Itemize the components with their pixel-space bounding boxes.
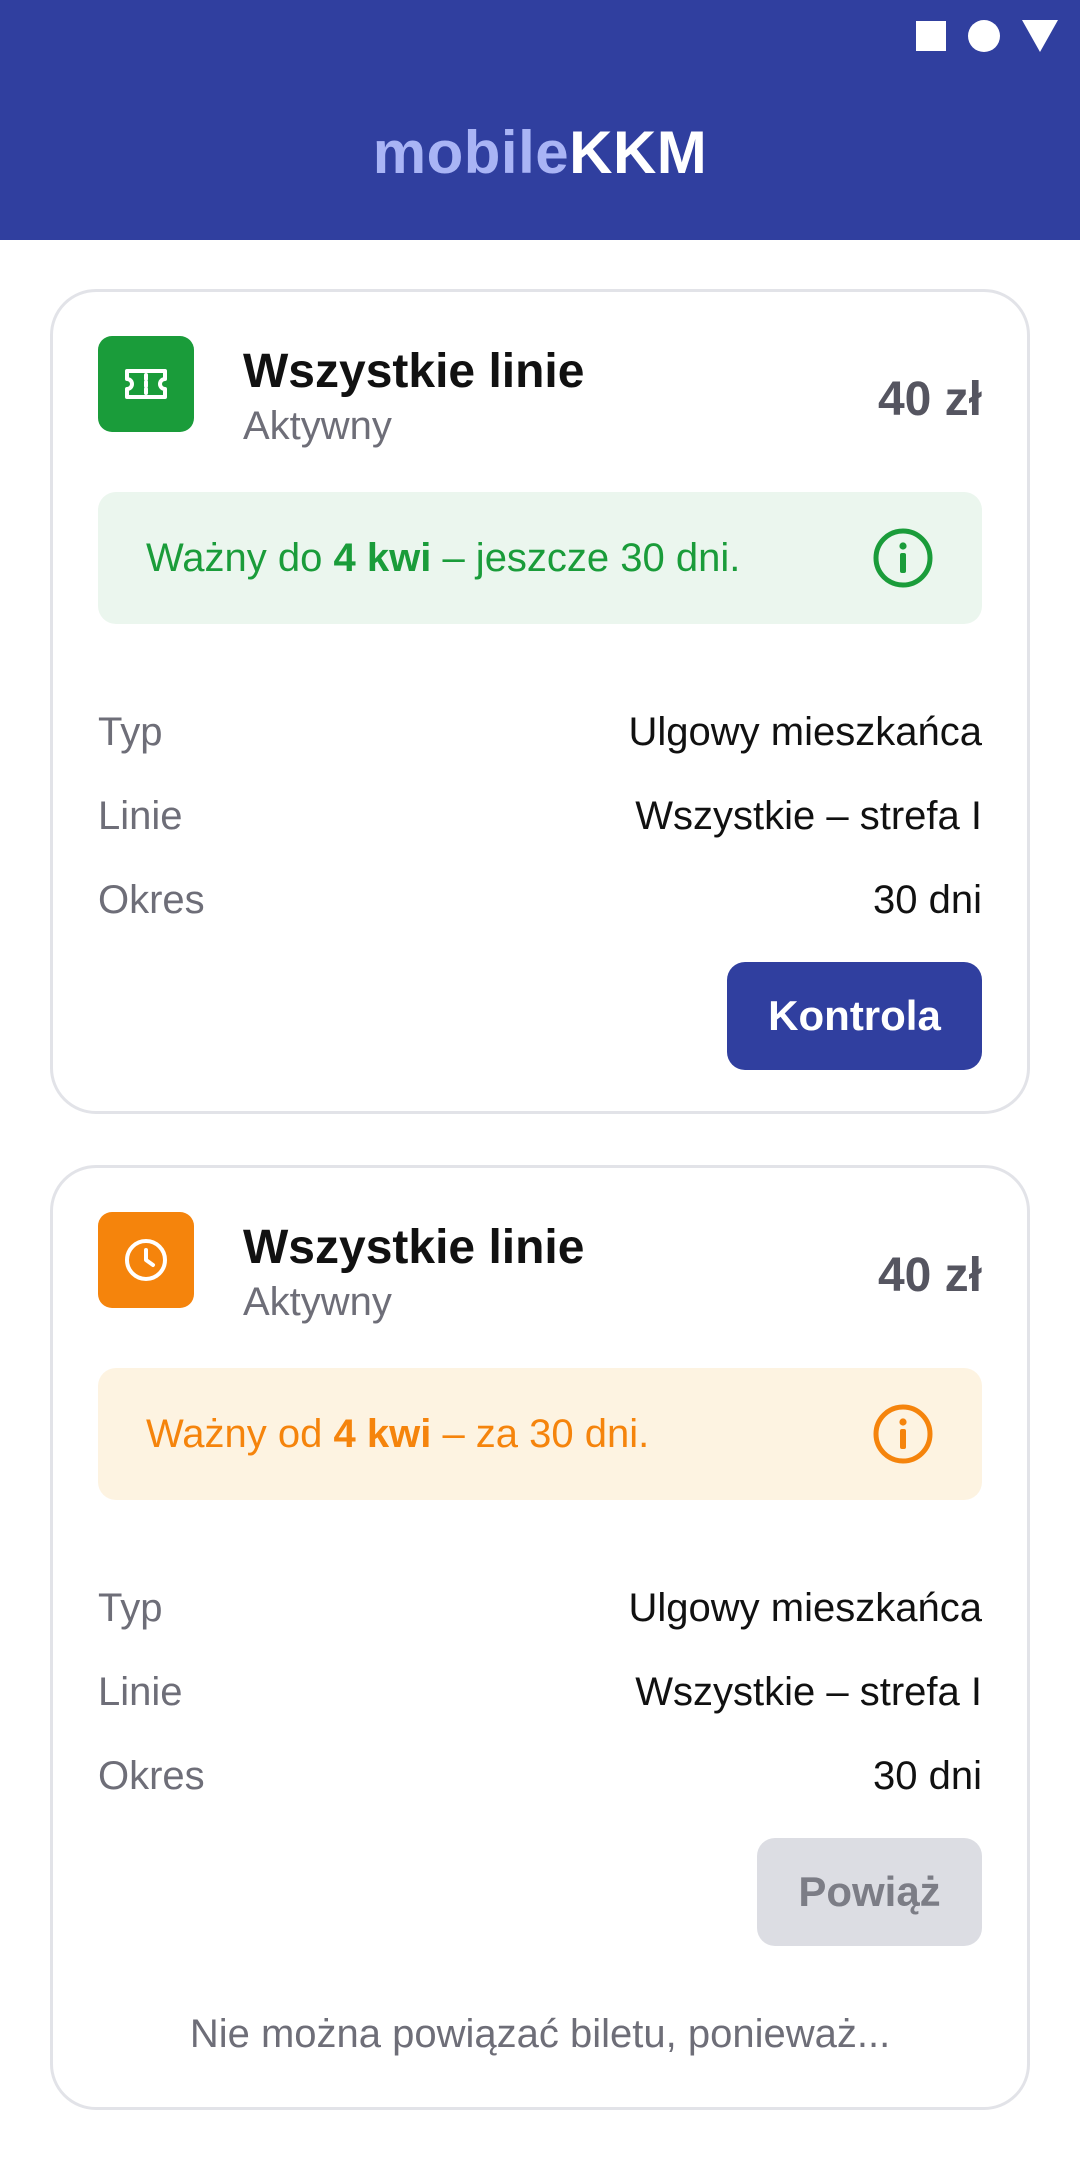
ticket-price: 40 zł (877, 373, 982, 426)
detail-row-lines: Linie Wszystkie – strefa I (98, 793, 982, 838)
ticket-card[interactable]: Wszystkie linie Aktywny 40 zł Ważny do 4… (50, 289, 1030, 1114)
powiaz-button[interactable]: Powiąż (757, 1838, 982, 1946)
detail-row-type: Typ Ulgowy mieszkańca (98, 1585, 982, 1630)
square-icon (916, 21, 946, 51)
ticket-title: Wszystkie linie (243, 1221, 585, 1274)
ticket-icon (98, 336, 194, 432)
status-bar (916, 20, 1058, 52)
clock-icon (98, 1212, 194, 1308)
validity-text: Ważny od 4 kwi – za 30 dni. (146, 1411, 650, 1456)
ticket-details: Typ Ulgowy mieszkańca Linie Wszystkie – … (98, 1566, 982, 1818)
detail-row-lines: Linie Wszystkie – strefa I (98, 1669, 982, 1714)
triangle-icon (1022, 20, 1058, 52)
validity-text: Ważny do 4 kwi – jeszcze 30 dni. (146, 535, 741, 580)
info-icon[interactable] (872, 527, 934, 589)
validity-banner: Ważny do 4 kwi – jeszcze 30 dni. (98, 492, 982, 624)
ticket-details: Typ Ulgowy mieszkańca Linie Wszystkie – … (98, 690, 982, 942)
detail-row-period: Okres 30 dni (98, 1753, 982, 1798)
ticket-status: Aktywny (243, 1280, 392, 1324)
validity-banner: Ważny od 4 kwi – za 30 dni. (98, 1368, 982, 1500)
circle-icon (968, 20, 1000, 52)
ticket-header: Wszystkie linie Aktywny 40 zł (98, 1212, 982, 1324)
ticket-header: Wszystkie linie Aktywny 40 zł (98, 336, 982, 448)
kontrola-button[interactable]: Kontrola (727, 962, 982, 1070)
ticket-price: 40 zł (877, 1249, 982, 1302)
detail-row-type: Typ Ulgowy mieszkańca (98, 709, 982, 754)
ticket-title: Wszystkie linie (243, 345, 585, 398)
ticket-status: Aktywny (243, 404, 392, 448)
detail-row-period: Okres 30 dni (98, 877, 982, 922)
ticket-card[interactable]: Wszystkie linie Aktywny 40 zł Ważny od 4… (50, 1165, 1030, 2110)
app-title: mobileKKM (372, 119, 708, 186)
info-icon[interactable] (872, 1403, 934, 1465)
app-header: mobileKKM (0, 0, 1080, 240)
link-error-note: Nie można powiązać biletu, ponieważ... (189, 2012, 891, 2056)
